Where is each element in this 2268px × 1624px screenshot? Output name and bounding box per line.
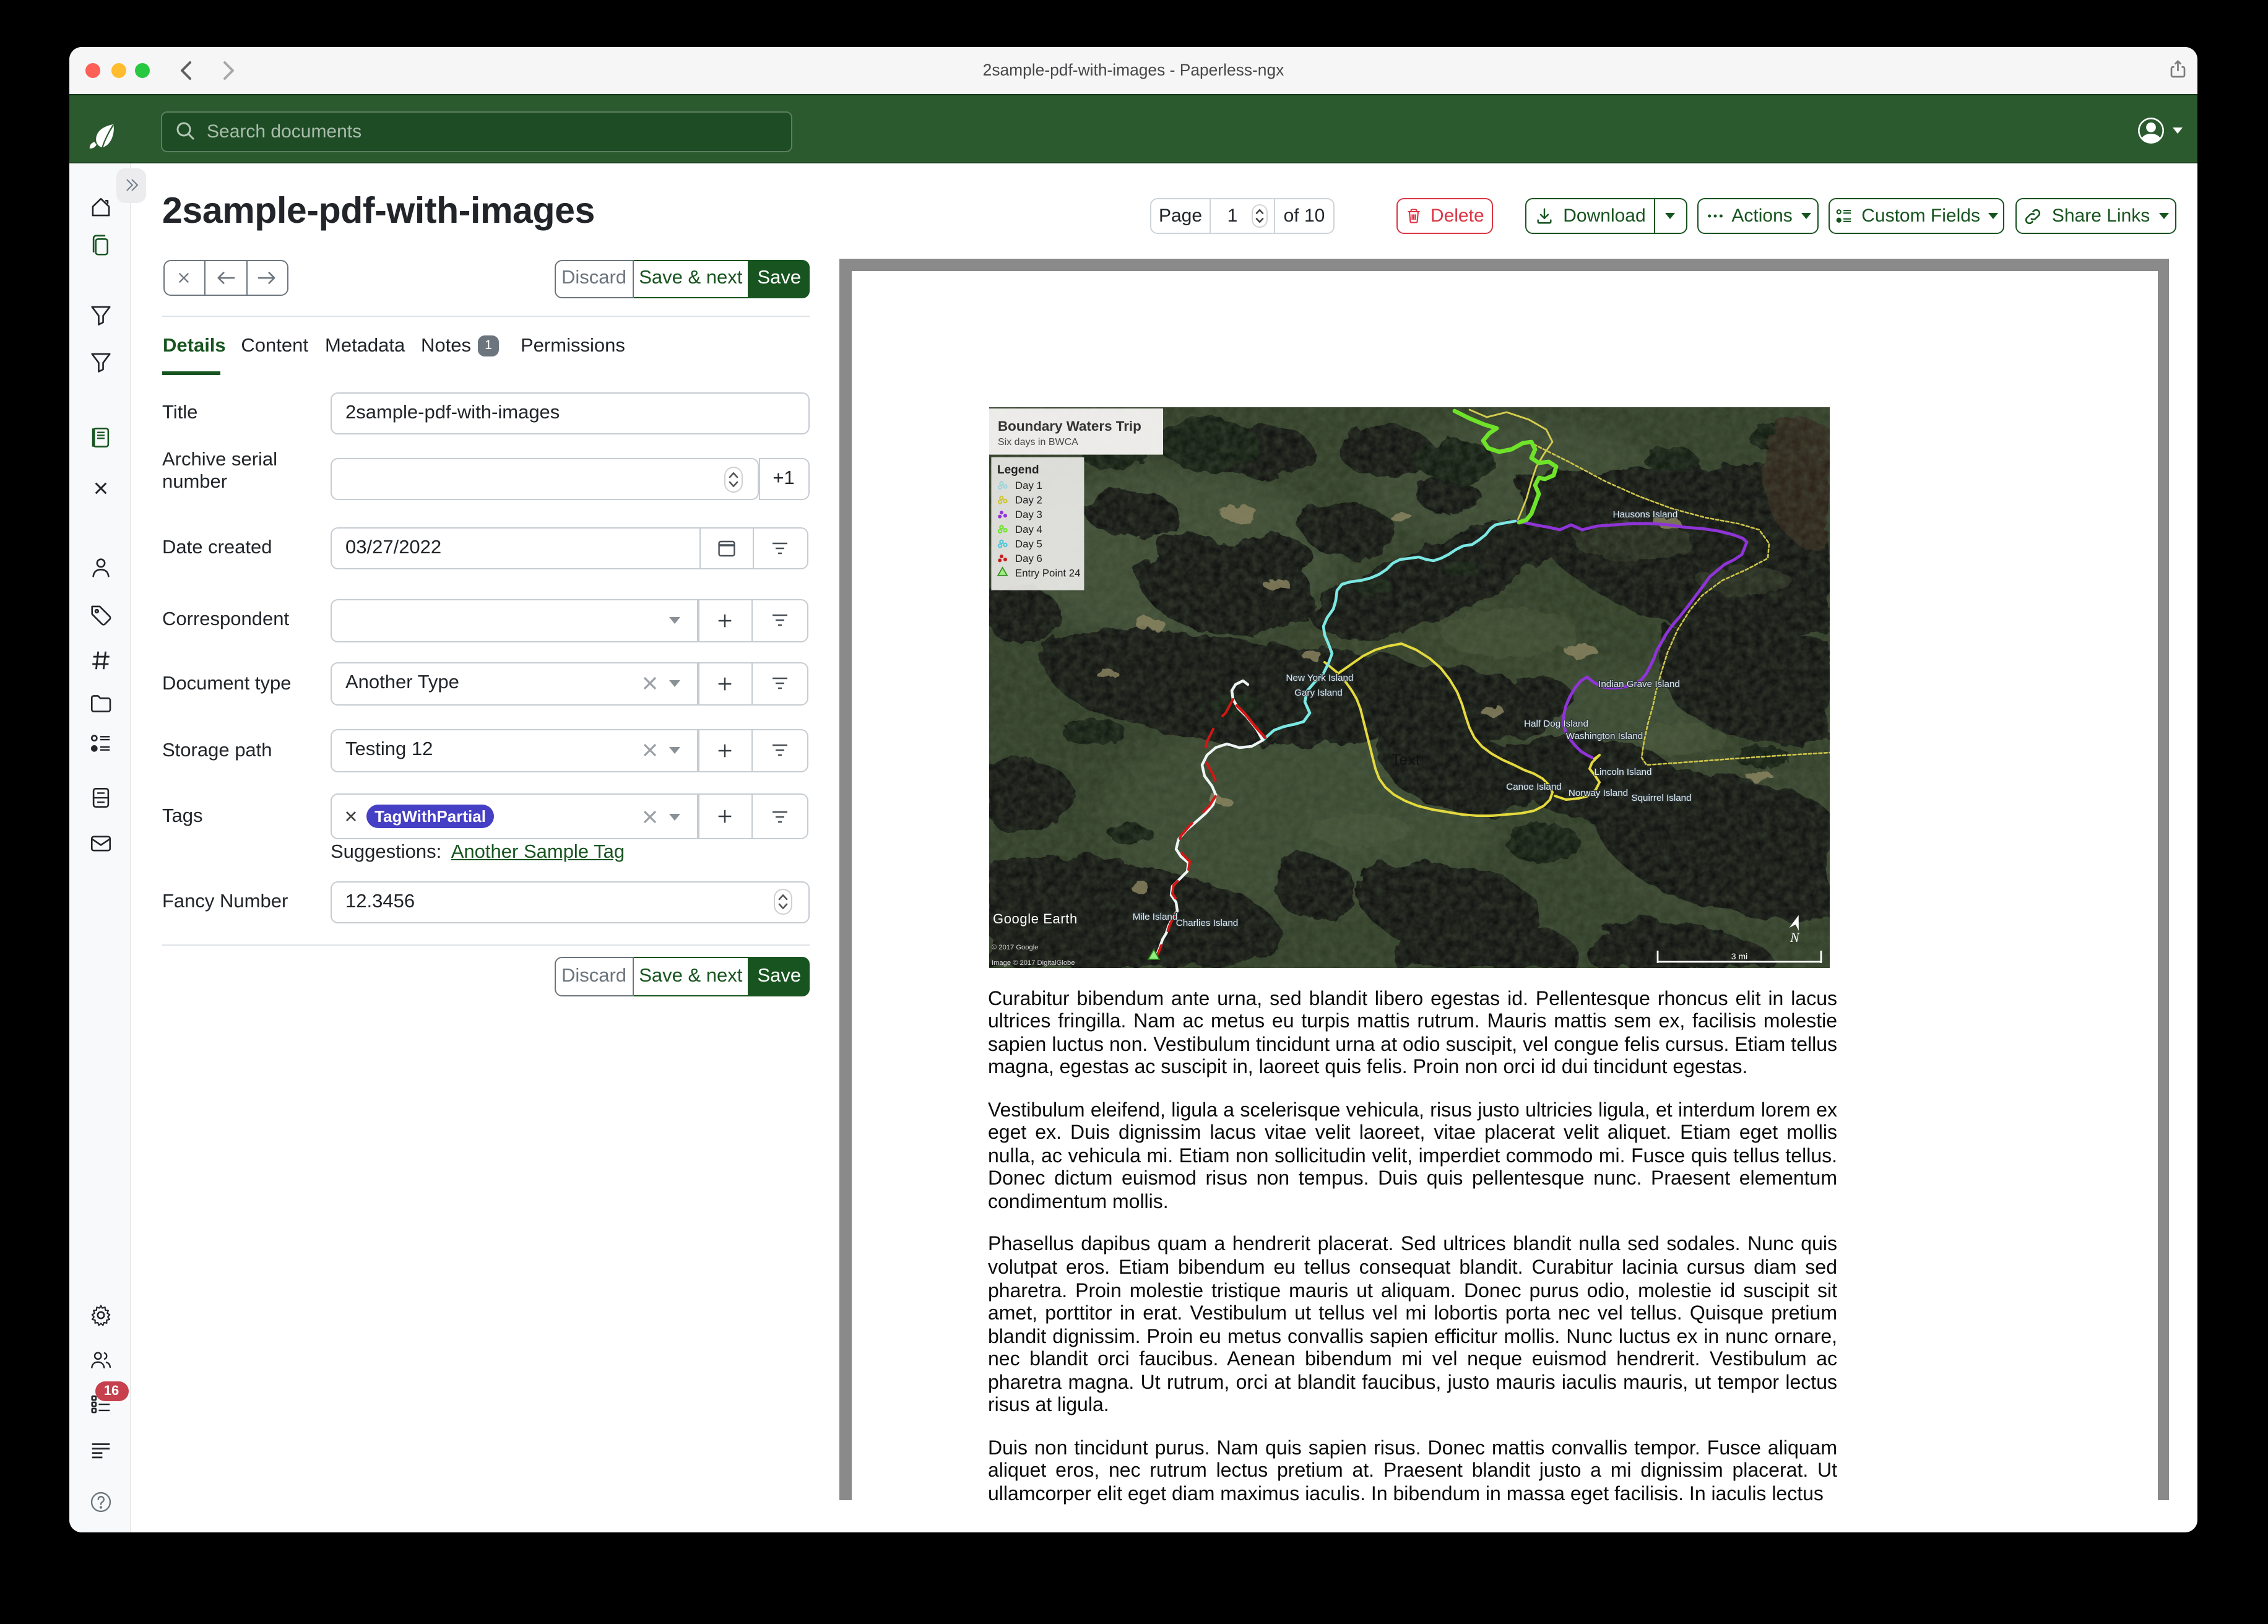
svg-text:Squirrel Island: Squirrel Island [1631, 793, 1691, 803]
svg-text:Mile Island: Mile Island [1133, 912, 1178, 922]
svg-text:Gary Island: Gary Island [1294, 688, 1343, 698]
svg-text:© 2017 Google: © 2017 Google [992, 944, 1038, 951]
svg-text:Day 2: Day 2 [1015, 495, 1042, 506]
svg-text:New York Island: New York Island [1286, 673, 1354, 683]
svg-text:Norway Island: Norway Island [1569, 788, 1628, 798]
svg-text:3 mi: 3 mi [1731, 951, 1747, 961]
svg-text:Day 6: Day 6 [1015, 553, 1042, 564]
svg-text:Day 4: Day 4 [1015, 524, 1042, 535]
svg-text:Indian Grave Island: Indian Grave Island [1598, 679, 1680, 689]
svg-text:Day 5: Day 5 [1015, 538, 1042, 550]
svg-text:Charlies Island: Charlies Island [1176, 918, 1238, 928]
svg-text:Entry Point 24: Entry Point 24 [1015, 568, 1080, 579]
svg-text:Half Dog Island: Half Dog Island [1524, 719, 1588, 729]
svg-text:N: N [1790, 930, 1800, 945]
svg-text:Google Earth: Google Earth [993, 911, 1078, 926]
svg-text:Image © 2017 DigitalGlobe: Image © 2017 DigitalGlobe [992, 959, 1075, 967]
svg-text:Boundary Waters Trip: Boundary Waters Trip [998, 418, 1141, 434]
svg-text:Day 1: Day 1 [1015, 480, 1042, 491]
svg-text:Six days in BWCA: Six days in BWCA [998, 437, 1078, 447]
svg-text:Hausons Island: Hausons Island [1613, 509, 1678, 520]
svg-text:Text: Text [1392, 751, 1420, 769]
svg-text:Lincoln Island: Lincoln Island [1595, 767, 1652, 777]
svg-text:Washington Island: Washington Island [1566, 731, 1643, 741]
svg-text:Canoe Island: Canoe Island [1506, 782, 1562, 792]
svg-text:Day 3: Day 3 [1015, 509, 1042, 520]
svg-text:Legend: Legend [997, 464, 1039, 477]
